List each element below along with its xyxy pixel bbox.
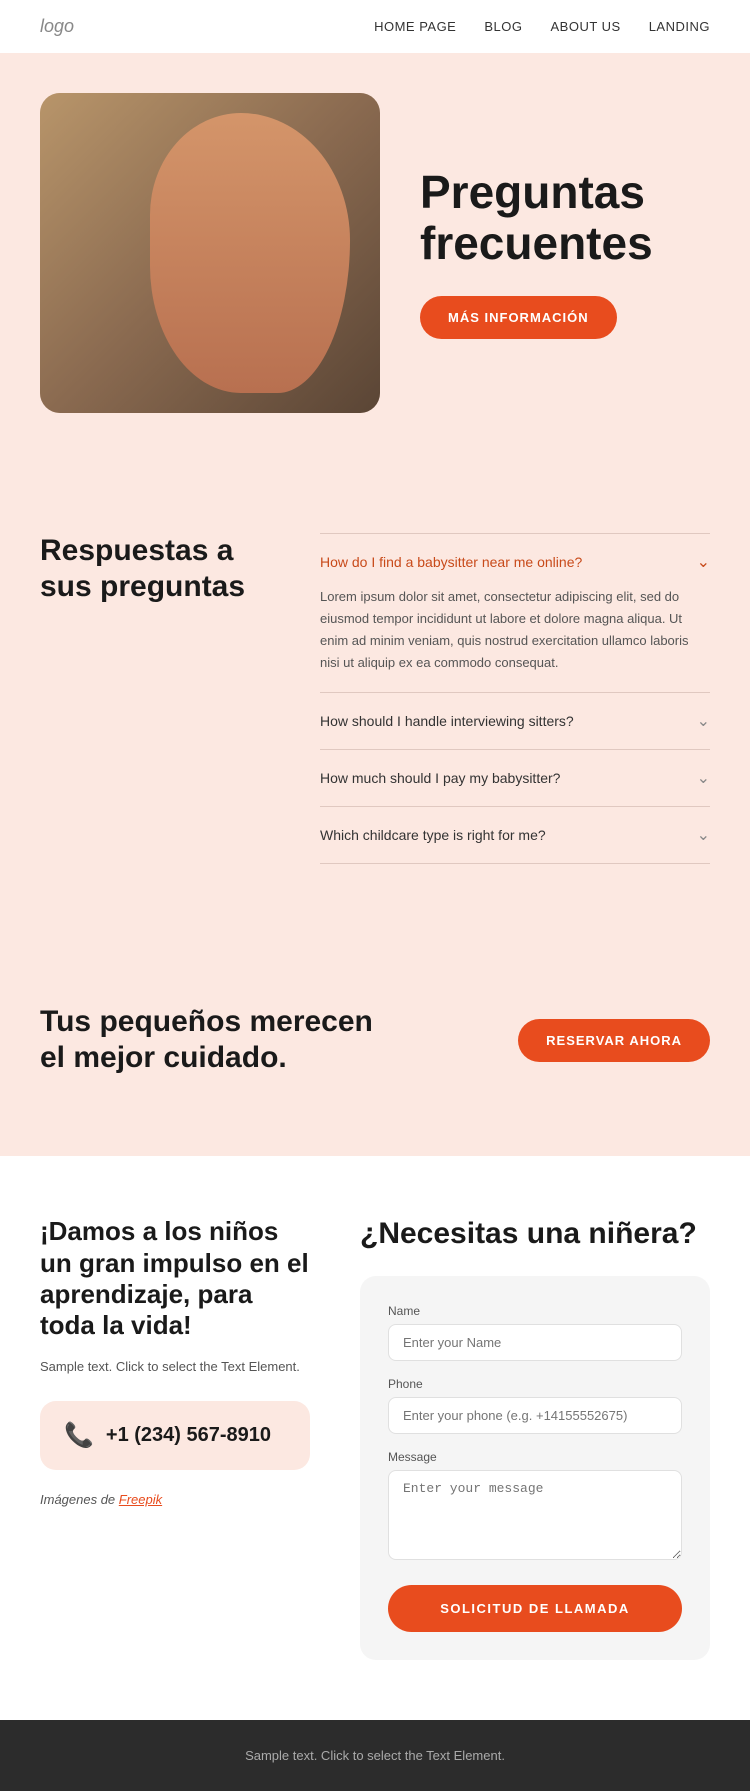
hero-section: Preguntas frecuentes MÁS INFORMACIÓN: [0, 53, 750, 473]
contact-form-card: Name Phone Message SOLICITUD DE LLAMADA: [360, 1276, 710, 1660]
nav-home[interactable]: HOME PAGE: [374, 19, 456, 34]
hero-text: Preguntas frecuentes MÁS INFORMACIÓN: [420, 167, 710, 339]
faq-item-3: How much should I pay my babysitter? ⌄: [320, 750, 710, 807]
faq-question-2[interactable]: How should I handle interviewing sitters…: [320, 711, 710, 731]
faq-section: Respuestas a sus preguntas How do I find…: [0, 473, 750, 944]
faq-question-text-3: How much should I pay my babysitter?: [320, 770, 560, 786]
faq-section-title: Respuestas a sus preguntas: [40, 533, 260, 605]
faq-heading-container: Respuestas a sus preguntas: [40, 533, 260, 864]
cta-text: Tus pequeños merecen el mejor cuidado.: [40, 1004, 380, 1076]
phone-input[interactable]: [388, 1397, 682, 1434]
faq-question-1[interactable]: How do I find a babysitter near me onlin…: [320, 552, 710, 572]
nav-about[interactable]: ABOUT US: [550, 19, 620, 34]
faq-question-text-1: How do I find a babysitter near me onlin…: [320, 554, 582, 570]
credit-text: Imágenes de: [40, 1492, 119, 1507]
freepik-credit: Imágenes de Freepik: [40, 1490, 310, 1510]
faq-answer-1: Lorem ipsum dolor sit amet, consectetur …: [320, 586, 710, 674]
hero-cta-button[interactable]: MÁS INFORMACIÓN: [420, 296, 617, 339]
faq-question-text-2: How should I handle interviewing sitters…: [320, 713, 574, 729]
faq-question-4[interactable]: Which childcare type is right for me? ⌄: [320, 825, 710, 845]
faq-chevron-1: ⌄: [697, 552, 710, 572]
faq-chevron-3: ⌄: [697, 768, 710, 788]
faq-question-3[interactable]: How much should I pay my babysitter? ⌄: [320, 768, 710, 788]
nav-blog[interactable]: BLOG: [484, 19, 522, 34]
message-label: Message: [388, 1450, 682, 1464]
navbar: logo HOME PAGE BLOG ABOUT US LANDING: [0, 0, 750, 53]
freepik-link[interactable]: Freepik: [119, 1492, 162, 1507]
nav-landing[interactable]: LANDING: [649, 19, 710, 34]
footer-text: Sample text. Click to select the Text El…: [40, 1748, 710, 1763]
logo: logo: [40, 16, 74, 37]
contact-right: ¿Necesitas una niñera? Name Phone Messag…: [360, 1216, 710, 1660]
submit-button[interactable]: SOLICITUD DE LLAMADA: [388, 1585, 682, 1632]
name-label: Name: [388, 1304, 682, 1318]
contact-left: ¡Damos a los niños un gran impulso en el…: [40, 1216, 310, 1660]
faq-item-4: Which childcare type is right for me? ⌄: [320, 807, 710, 864]
faq-chevron-2: ⌄: [697, 711, 710, 731]
contact-section: ¡Damos a los niños un gran impulso en el…: [0, 1156, 750, 1720]
footer: Sample text. Click to select the Text El…: [0, 1720, 750, 1791]
nav-links: HOME PAGE BLOG ABOUT US LANDING: [374, 19, 710, 34]
cta-button[interactable]: RESERVAR AHORA: [518, 1019, 710, 1062]
phone-number: +1 (234) 567-8910: [106, 1424, 271, 1447]
contact-left-title: ¡Damos a los niños un gran impulso en el…: [40, 1216, 310, 1341]
cta-section: Tus pequeños merecen el mejor cuidado. R…: [0, 944, 750, 1156]
hero-title: Preguntas frecuentes: [420, 167, 710, 268]
faq-list: How do I find a babysitter near me onlin…: [320, 533, 710, 864]
phone-label: Phone: [388, 1377, 682, 1391]
faq-chevron-4: ⌄: [697, 825, 710, 845]
faq-item-1: How do I find a babysitter near me onlin…: [320, 533, 710, 693]
message-textarea[interactable]: [388, 1470, 682, 1560]
form-group-message: Message: [388, 1450, 682, 1565]
faq-question-text-4: Which childcare type is right for me?: [320, 827, 546, 843]
phone-card: 📞 +1 (234) 567-8910: [40, 1401, 310, 1470]
hero-image: [40, 93, 380, 413]
faq-item-2: How should I handle interviewing sitters…: [320, 693, 710, 750]
name-input[interactable]: [388, 1324, 682, 1361]
form-group-name: Name: [388, 1304, 682, 1361]
contact-right-title: ¿Necesitas una niñera?: [360, 1216, 710, 1252]
form-group-phone: Phone: [388, 1377, 682, 1434]
phone-icon: 📞: [64, 1421, 94, 1450]
contact-left-text: Sample text. Click to select the Text El…: [40, 1357, 310, 1377]
